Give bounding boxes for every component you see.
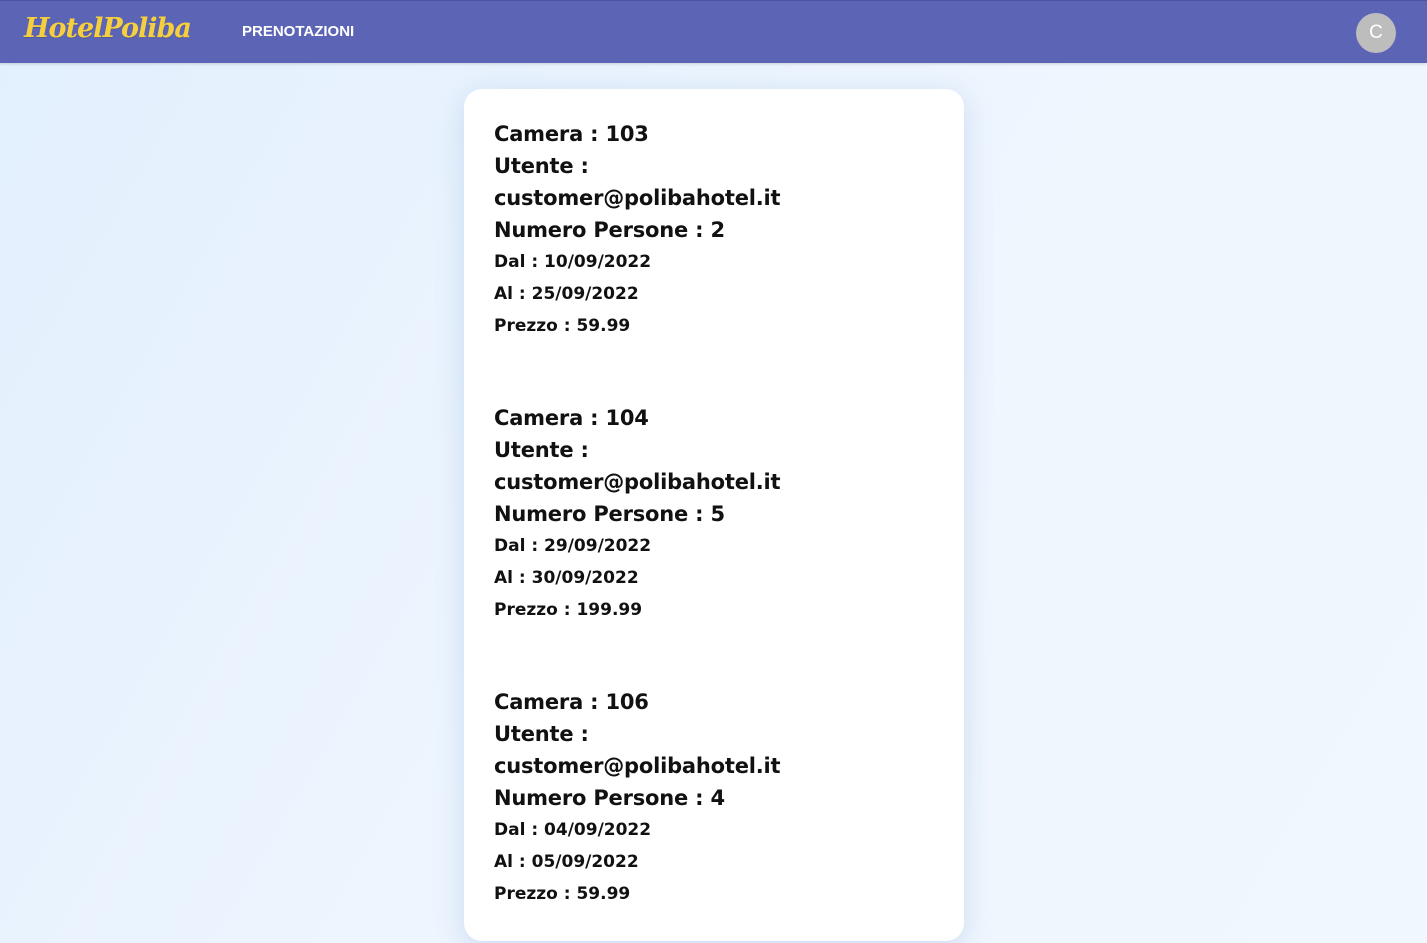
booking-prezzo: Prezzo : 199.99 xyxy=(494,600,643,620)
bookings-card: Camera : 103 Utente : customer@polibahot… xyxy=(464,89,964,941)
booking-camera: Camera : 103 xyxy=(494,122,649,146)
booking-utente-label: Utente : xyxy=(494,722,589,746)
booking-al: Al : 05/09/2022 xyxy=(494,852,639,872)
booking-dal: Dal : 04/09/2022 xyxy=(494,820,652,840)
booking-prezzo: Prezzo : 59.99 xyxy=(494,884,631,904)
booking-utente-label: Utente : xyxy=(494,154,589,178)
booking-persone: Numero Persone : 5 xyxy=(494,502,725,526)
booking-dal: Dal : 10/09/2022 xyxy=(494,252,652,272)
booking-persone: Numero Persone : 2 xyxy=(494,218,725,242)
booking-item: Camera : 106 Utente : customer@polibahot… xyxy=(494,686,934,910)
booking-camera: Camera : 106 xyxy=(494,690,649,714)
booking-camera: Camera : 104 xyxy=(494,406,649,430)
booking-al: Al : 30/09/2022 xyxy=(494,568,639,588)
booking-item: Camera : 103 Utente : customer@polibahot… xyxy=(494,118,934,342)
booking-utente-email: customer@polibahotel.it xyxy=(494,470,781,494)
nav-link-prenotazioni[interactable]: PRENOTAZIONI xyxy=(242,23,354,40)
booking-item: Camera : 104 Utente : customer@polibahot… xyxy=(494,402,934,626)
booking-utente-email: customer@polibahotel.it xyxy=(494,754,781,778)
booking-dal: Dal : 29/09/2022 xyxy=(494,536,652,556)
booking-al: Al : 25/09/2022 xyxy=(494,284,639,304)
booking-utente-email: customer@polibahotel.it xyxy=(494,186,781,210)
booking-utente-label: Utente : xyxy=(494,438,589,462)
booking-prezzo: Prezzo : 59.99 xyxy=(494,316,631,336)
top-navbar: HotelPoliba PRENOTAZIONI C xyxy=(0,0,1427,63)
user-avatar[interactable]: C xyxy=(1356,13,1396,53)
brand-logo[interactable]: HotelPoliba xyxy=(24,13,192,44)
booking-persone: Numero Persone : 4 xyxy=(494,786,725,810)
